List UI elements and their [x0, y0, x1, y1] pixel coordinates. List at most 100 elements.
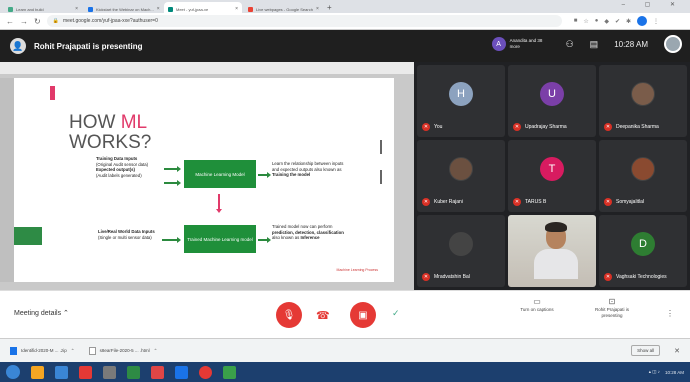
- participant-name-chip: ✕ You: [422, 123, 442, 131]
- presenting-button[interactable]: ⊡ Rohit Prajapati is presenting: [584, 297, 640, 319]
- participant-tile[interactable]: ✕ Mradvatshin Bal: [417, 215, 505, 287]
- taskbar-app-icon[interactable]: [103, 365, 116, 379]
- mic-off-icon: ✕: [422, 123, 430, 131]
- close-tab-icon[interactable]: ×: [235, 6, 238, 12]
- star-icon[interactable]: ☆: [583, 18, 588, 25]
- file-icon: [88, 346, 96, 355]
- menu-icon[interactable]: ⋮: [653, 18, 659, 25]
- slide-accent-bar: [50, 86, 55, 100]
- participant-tile[interactable]: D ✕ Vaghsaki Technologies: [599, 215, 687, 287]
- check-icon[interactable]: ✓: [392, 308, 400, 319]
- participant-name-chip: ✕ TARUS B: [513, 198, 546, 206]
- leave-call-button[interactable]: ☎: [316, 309, 330, 322]
- meeting-details-button[interactable]: Meeting details ⌃: [14, 309, 69, 317]
- browser-tab[interactable]: Kickstart the Webinar on Mach... ×: [84, 2, 162, 13]
- tray-icons[interactable]: ▴ ◫ ♪: [649, 369, 660, 375]
- video-person-body: [534, 249, 578, 279]
- tab-label: Kickstart the Webinar on Mach...: [96, 6, 154, 12]
- browser-tab-active[interactable]: Meet - yuf-jpaa-xe ×: [164, 2, 242, 13]
- camera-toggle-button[interactable]: ▣: [350, 302, 376, 328]
- arrow-down: [216, 194, 222, 213]
- check-icon[interactable]: ✔: [615, 18, 620, 25]
- puzzle-icon[interactable]: ✱: [626, 18, 631, 25]
- profile-avatar[interactable]: [637, 16, 648, 26]
- url-text: meet.google.com/yuf-jpaa-xxe?authuser=0: [62, 18, 158, 24]
- participant-name: Deepanika Sharma: [616, 124, 659, 130]
- taskbar-app-icon[interactable]: [175, 365, 188, 379]
- chat-icon[interactable]: ▤: [590, 39, 599, 50]
- training-data-text: Training Data Inputs (Original Audit sen…: [96, 156, 149, 178]
- arrow-expected: [164, 180, 181, 186]
- participant-tile[interactable]: U ✕ Upadrajay Sharma: [508, 65, 596, 137]
- participant-tile[interactable]: ✕ Somyajalitlal: [599, 140, 687, 212]
- participant-tile[interactable]: ✕ Kuber Rajani: [417, 140, 505, 212]
- tab-favicon-icon: [168, 6, 173, 12]
- tab-label: Learn and build: [16, 6, 44, 12]
- slide-divider: [380, 170, 382, 184]
- show-all-button[interactable]: Show all: [631, 345, 661, 356]
- taskbar-app-icon[interactable]: [151, 365, 164, 379]
- header-right: A Anandita and 38 more ⚇ ▤ 10:28 AM: [491, 35, 682, 53]
- camera-icon[interactable]: ■: [574, 18, 578, 24]
- download-item[interactable]: Identifid-2020-M ... .zip ⌃: [10, 346, 75, 355]
- tab-favicon-icon: [8, 6, 13, 12]
- present-icon: ⊡: [608, 297, 616, 306]
- chrome-icon[interactable]: [199, 365, 212, 379]
- mic-toggle-button[interactable]: 🎙: [276, 302, 302, 328]
- new-tab-button[interactable]: +: [327, 2, 332, 13]
- close-tab-icon[interactable]: ×: [75, 6, 78, 12]
- window-controls[interactable]: – ▢ ✕: [622, 1, 684, 8]
- close-tab-icon[interactable]: ×: [316, 6, 319, 12]
- taskbar-app-icon[interactable]: [55, 365, 68, 379]
- more-options-icon[interactable]: ⋮: [666, 309, 674, 318]
- tray-clock: 10:28 AM: [664, 369, 684, 375]
- extension-icon[interactable]: ◆: [604, 18, 609, 25]
- taskbar-app-icon[interactable]: [223, 365, 236, 379]
- captions-icon: ▭: [533, 297, 541, 306]
- video-person-hair: [545, 222, 567, 232]
- learn-text: Learn the relationship between inputs an…: [272, 161, 344, 177]
- start-button-icon[interactable]: [6, 365, 20, 379]
- extension-icon[interactable]: ●: [595, 18, 599, 24]
- participant-tile[interactable]: ✕ Deepanika Sharma: [599, 65, 687, 137]
- arrow-learn: [258, 172, 271, 178]
- participant-tile[interactable]: H ✕ You: [417, 65, 505, 137]
- forward-icon[interactable]: →: [20, 17, 28, 26]
- participant-name-chip: ✕ Mradvatshin Bal: [422, 273, 470, 281]
- owner-avatar: A: [491, 37, 506, 51]
- mic-off-icon: ✕: [422, 273, 430, 281]
- taskbar-app-icon[interactable]: [31, 365, 44, 379]
- captions-button[interactable]: ▭ Turn on captions: [512, 297, 562, 313]
- mic-off-icon: ✕: [604, 123, 612, 131]
- self-avatar[interactable]: [664, 35, 682, 53]
- live-data-text: Live/Real World Data Inputs (Single or m…: [98, 229, 155, 240]
- browser-tab[interactable]: Live webpages - Google Search ×: [244, 2, 322, 13]
- tab-favicon-icon: [248, 6, 253, 12]
- participants-chip[interactable]: A Anandita and 38 more: [491, 37, 550, 51]
- meet-header: 👤 Rohit Prajapati is presenting A Anandi…: [0, 30, 690, 62]
- file-icon: [10, 346, 17, 355]
- reload-icon[interactable]: ↻: [34, 17, 41, 26]
- close-tab-icon[interactable]: ×: [157, 6, 160, 12]
- taskbar-app-icon[interactable]: [79, 365, 92, 379]
- mic-off-icon: ✕: [604, 273, 612, 281]
- extension-icons: ■ ☆ ● ◆ ✔ ✱ ⋮: [574, 16, 659, 26]
- camera-off-icon: ▣: [358, 309, 368, 321]
- participant-avatar: U: [540, 82, 564, 107]
- download-item[interactable]: s8earFile-2020-5 ... .html ⌃: [88, 346, 158, 355]
- presentation-toolbar: [0, 62, 414, 74]
- arrow-live: [162, 237, 181, 243]
- presenter-avatar: 👤: [10, 38, 26, 54]
- chevron-up-icon[interactable]: ⌃: [154, 348, 158, 354]
- close-icon[interactable]: ✕: [674, 347, 680, 355]
- chevron-up-icon[interactable]: ⌃: [71, 348, 75, 354]
- participant-name: TARUS B: [525, 199, 547, 205]
- layout-icon[interactable]: ⚇: [566, 39, 574, 50]
- url-input[interactable]: 🔒 meet.google.com/yuf-jpaa-xxe?authuser=…: [46, 15, 562, 27]
- browser-tab[interactable]: Learn and build ×: [4, 2, 82, 13]
- back-icon[interactable]: ←: [6, 17, 14, 26]
- participant-tile[interactable]: T ✕ TARUS B: [508, 140, 596, 212]
- slide: HOW ML WORKS? Training Data Inputs (Orig…: [14, 78, 394, 282]
- participant-video-tile[interactable]: [508, 215, 596, 287]
- taskbar-app-icon[interactable]: [127, 365, 140, 379]
